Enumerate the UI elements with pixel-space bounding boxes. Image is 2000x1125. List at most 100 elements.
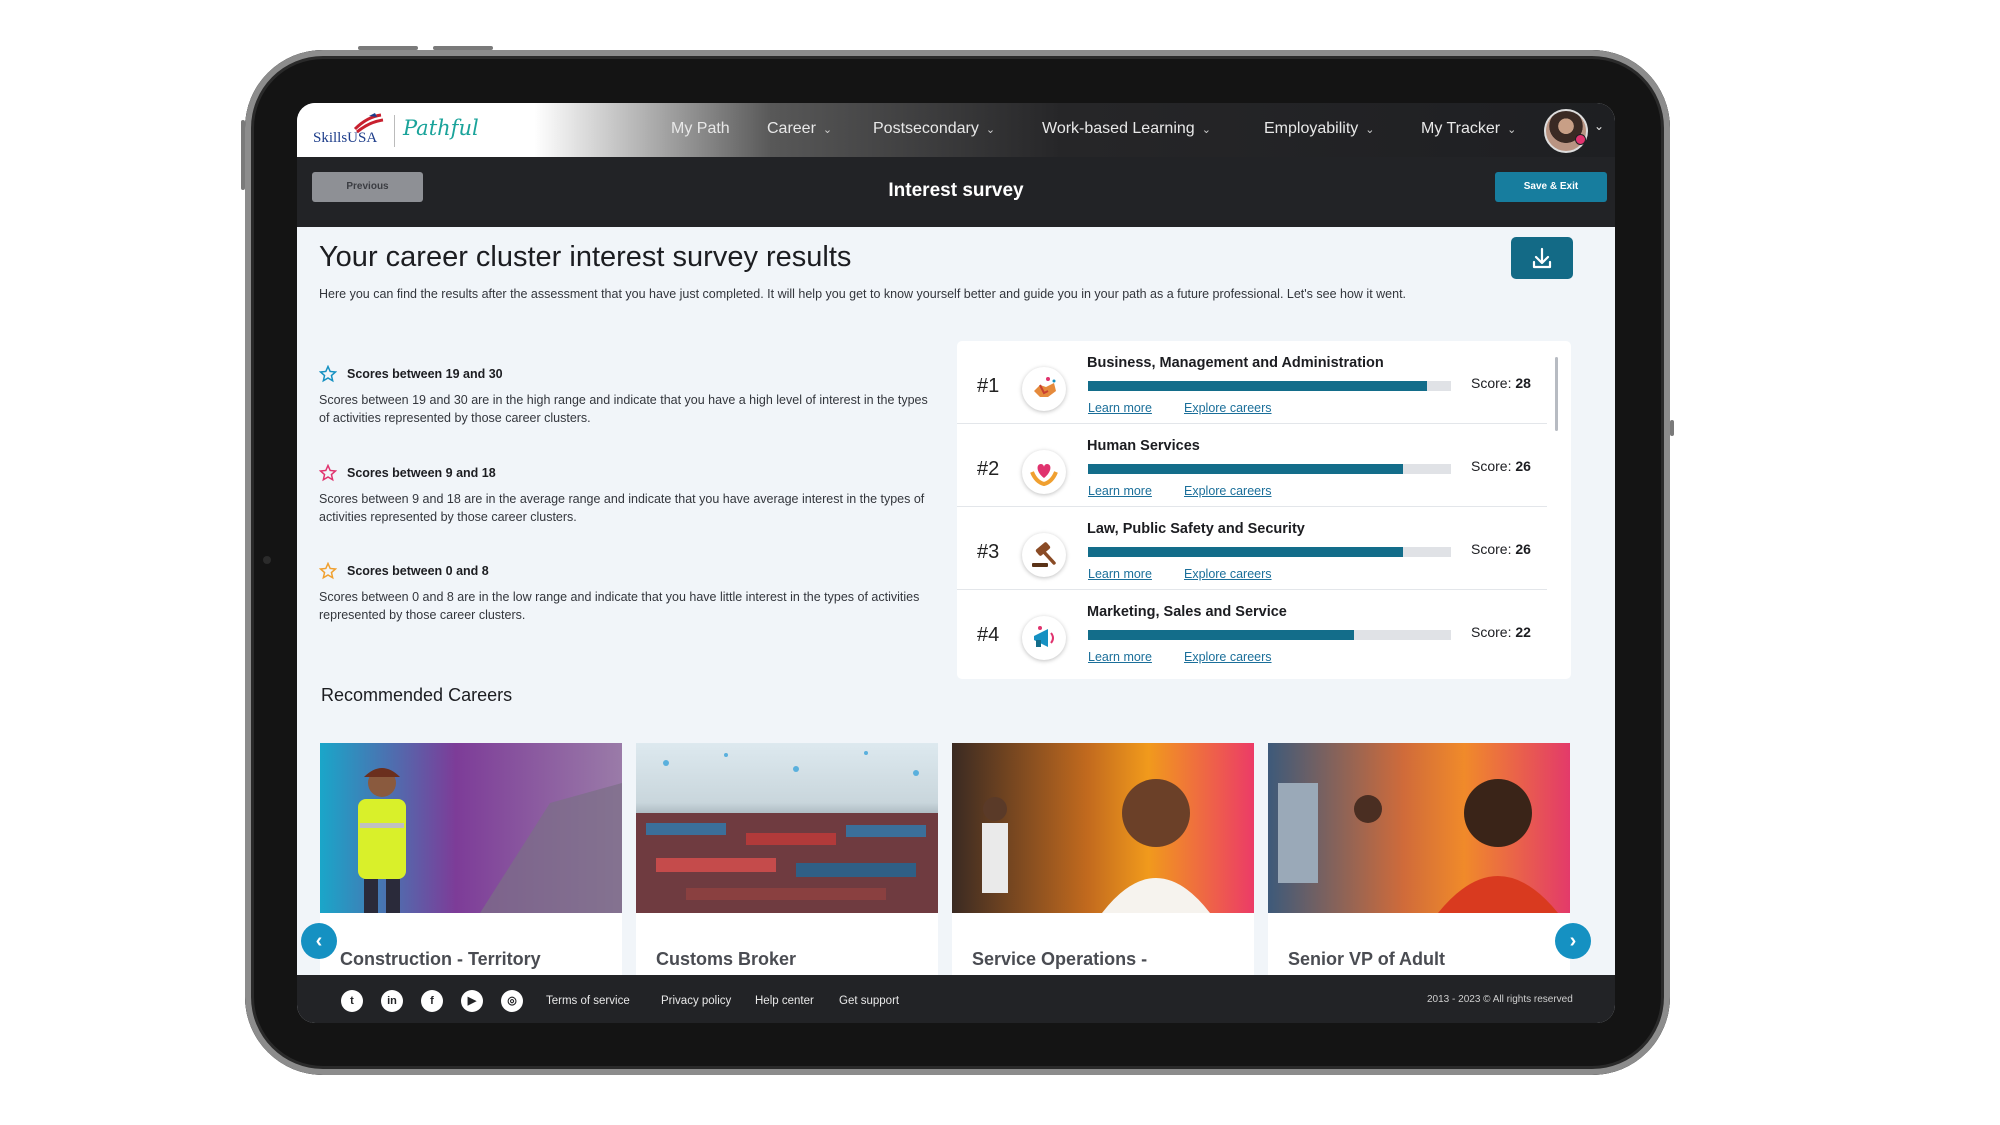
facebook-icon[interactable]: f xyxy=(421,990,443,1012)
tablet-side-button xyxy=(241,120,245,190)
privacy-link[interactable]: Privacy policy xyxy=(661,995,731,1007)
save-exit-button[interactable]: Save & Exit xyxy=(1495,172,1607,202)
career-title: Senior VP of Adult xyxy=(1288,949,1446,969)
career-card[interactable]: Service Operations - xyxy=(952,743,1254,993)
explore-careers-link[interactable]: Explore careers xyxy=(1184,401,1272,415)
results-intro: Here you can find the results after the … xyxy=(319,287,1407,301)
legend-high: Scores between 19 and 30 Scores between … xyxy=(319,365,939,427)
cluster-rank: #4 xyxy=(977,624,1000,646)
chevron-down-icon: ⌄ xyxy=(822,124,833,136)
cluster-row: #2 Human Services Score: 26 Learn more E… xyxy=(957,424,1547,507)
score-bar-fill xyxy=(1088,630,1355,640)
cluster-name: Marketing, Sales and Service xyxy=(1087,604,1287,620)
score-bar xyxy=(1088,464,1451,474)
twitter-icon[interactable]: t xyxy=(341,990,363,1012)
skillsusa-logo[interactable]: SkillsUSA xyxy=(309,111,389,155)
gavel-icon xyxy=(1022,533,1066,577)
download-icon xyxy=(1532,247,1552,269)
legend-low: Scores between 0 and 8 Scores between 0 … xyxy=(319,562,939,624)
legend-description: Scores between 0 and 8 are in the low ra… xyxy=(319,590,920,622)
score-bar xyxy=(1088,381,1451,391)
carousel-prev-button[interactable]: ‹ xyxy=(301,923,337,959)
legend-title: Scores between 19 and 30 xyxy=(347,367,503,381)
career-card[interactable]: Customs Broker xyxy=(636,743,938,993)
cluster-row: #1 Business, Management and Administrati… xyxy=(957,341,1547,424)
chevron-down-icon: ⌄ xyxy=(1365,124,1375,136)
cluster-score: Score: 26 xyxy=(1471,458,1531,474)
cluster-score: Score: 22 xyxy=(1471,624,1531,640)
results-title: Your career cluster interest survey resu… xyxy=(319,241,852,273)
survey-header: Previous Interest survey Save & Exit xyxy=(297,157,1615,227)
cluster-name: Human Services xyxy=(1087,438,1200,454)
results-scrollbar[interactable] xyxy=(1555,357,1558,431)
instagram-icon[interactable]: ◎ xyxy=(501,990,523,1012)
nav-work-based-learning[interactable]: Work-based Learning ⌄ xyxy=(1042,120,1211,138)
tablet-top-button xyxy=(358,46,418,50)
career-title: Customs Broker xyxy=(656,949,797,969)
career-card[interactable]: Senior VP of Adult xyxy=(1268,743,1570,993)
cluster-score: Score: 26 xyxy=(1471,541,1531,557)
page-title: Interest survey xyxy=(888,180,1024,201)
skillsusa-wordmark: SkillsUSA xyxy=(313,130,378,146)
tablet-side-button xyxy=(1670,420,1674,436)
cluster-rank: #2 xyxy=(977,458,1000,480)
megaphone-icon xyxy=(1022,616,1066,660)
cluster-name: Law, Public Safety and Security xyxy=(1087,521,1305,537)
learn-more-link[interactable]: Learn more xyxy=(1088,650,1152,664)
tablet-camera xyxy=(263,556,271,564)
download-button[interactable] xyxy=(1511,237,1573,279)
carousel-next-button[interactable]: › xyxy=(1555,923,1591,959)
brand-divider xyxy=(394,115,395,147)
career-image xyxy=(952,743,1254,913)
heart-hands-icon xyxy=(1022,450,1066,494)
score-bar xyxy=(1088,547,1451,557)
copyright: 2013 - 2023 © All rights reserved xyxy=(1427,994,1573,1005)
get-support-link[interactable]: Get support xyxy=(839,995,899,1007)
cluster-row: #3 Law, Public Safety and Security Score… xyxy=(957,507,1547,590)
linkedin-icon[interactable]: in xyxy=(381,990,403,1012)
chevron-down-icon: ⌄ xyxy=(985,124,996,136)
legend-title: Scores between 9 and 18 xyxy=(347,466,496,480)
help-center-link[interactable]: Help center xyxy=(755,995,814,1007)
results-panel[interactable]: #1 Business, Management and Administrati… xyxy=(957,341,1571,679)
cluster-rank: #1 xyxy=(977,375,1000,397)
cluster-row: #4 Marketing, Sales and Service Score: 2… xyxy=(957,590,1547,672)
explore-careers-link[interactable]: Explore careers xyxy=(1184,567,1272,581)
learn-more-link[interactable]: Learn more xyxy=(1088,484,1152,498)
star-icon xyxy=(319,562,337,580)
star-icon xyxy=(319,365,337,383)
career-title: Service Operations - xyxy=(972,949,1148,969)
cluster-score: Score: 28 xyxy=(1471,375,1531,391)
nav-my-tracker[interactable]: My Tracker ⌄ xyxy=(1421,120,1516,138)
handshake-icon xyxy=(1022,367,1066,411)
terms-link[interactable]: Terms of service xyxy=(546,995,630,1007)
nav-career[interactable]: Career ⌄ xyxy=(767,120,832,138)
nav-employability[interactable]: Employability ⌄ xyxy=(1264,120,1374,138)
nav-my-path[interactable]: My Path xyxy=(671,120,730,138)
chevron-down-icon: ⌄ xyxy=(1201,124,1211,136)
youtube-icon[interactable]: ▶ xyxy=(461,990,483,1012)
chevron-down-icon[interactable]: ⌄ xyxy=(1594,119,1604,133)
explore-careers-link[interactable]: Explore careers xyxy=(1184,650,1272,664)
career-card[interactable]: Construction - Territory xyxy=(320,743,622,993)
learn-more-link[interactable]: Learn more xyxy=(1088,401,1152,415)
top-nav: SkillsUSA Pathful My Path Career ⌄ Postse… xyxy=(297,103,1615,157)
legend-title: Scores between 0 and 8 xyxy=(347,564,489,578)
avatar[interactable] xyxy=(1544,109,1588,153)
score-bar-fill xyxy=(1088,381,1427,391)
notification-dot xyxy=(1575,134,1586,145)
legend-average: Scores between 9 and 18 Scores between 9… xyxy=(319,464,939,526)
pathful-logo[interactable]: Pathful xyxy=(403,116,479,140)
nav-postsecondary[interactable]: Postsecondary ⌄ xyxy=(873,120,995,138)
career-image xyxy=(636,743,938,913)
explore-careers-link[interactable]: Explore careers xyxy=(1184,484,1272,498)
legend-description: Scores between 9 and 18 are in the avera… xyxy=(319,492,925,524)
career-title: Construction - Territory xyxy=(340,949,541,969)
app-screen: SkillsUSA Pathful My Path Career ⌄ Postse… xyxy=(297,103,1615,1023)
cluster-rank: #3 xyxy=(977,541,1000,563)
recommended-title: Recommended Careers xyxy=(321,685,513,705)
learn-more-link[interactable]: Learn more xyxy=(1088,567,1152,581)
score-bar-fill xyxy=(1088,547,1403,557)
career-image xyxy=(320,743,622,913)
chevron-down-icon: ⌄ xyxy=(1507,124,1517,136)
